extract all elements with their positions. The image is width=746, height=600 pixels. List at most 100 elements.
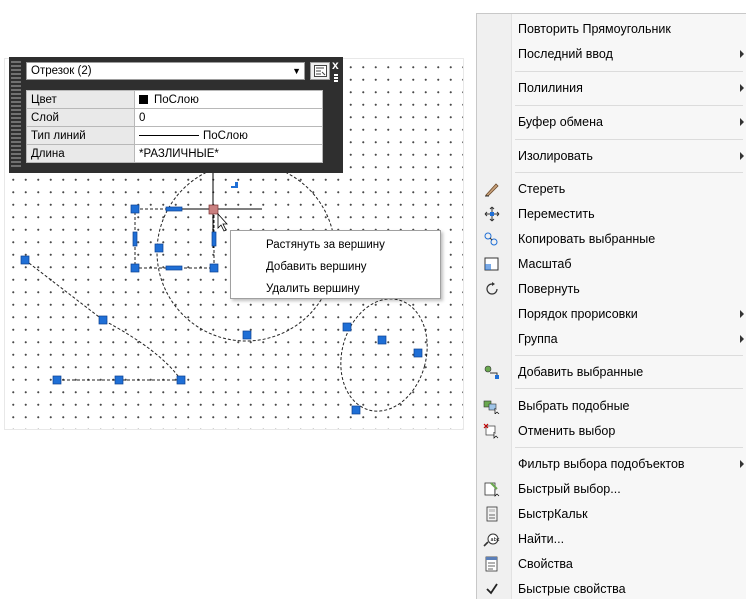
menu-item-subobject-filter[interactable]: Фильтр выбора подобъектов [477, 453, 746, 475]
menu-item-quick-properties[interactable]: Быстрые свойства [477, 578, 746, 600]
grip[interactable] [130, 204, 140, 214]
svg-text:abc: abc [491, 537, 500, 543]
property-name: Тип линий [26, 126, 135, 145]
menu-separator [515, 105, 743, 106]
calculator-icon [486, 506, 498, 522]
menu-separator [515, 172, 743, 173]
grip[interactable] [114, 375, 124, 385]
menu-item-quickcalc[interactable]: БыстрКальк [477, 503, 746, 525]
submenu-arrow-icon [740, 310, 744, 318]
menu-item-remove-vertex[interactable]: Удалить вершину [266, 281, 360, 297]
midpoint-grip[interactable] [132, 231, 138, 247]
object-type-select[interactable]: Отрезок (2) ▼ [26, 62, 305, 80]
submenu-arrow-icon [740, 152, 744, 160]
submenu-arrow-icon [740, 460, 744, 468]
menu-item-properties[interactable]: Свойства [477, 553, 746, 575]
grip[interactable] [377, 335, 387, 345]
menu-item-add-selected[interactable]: Добавить выбранные [477, 361, 746, 383]
submenu-arrow-icon [740, 335, 744, 343]
rotate-icon [486, 282, 498, 295]
deselect-icon [483, 423, 499, 439]
grip-context-menu: Растянуть за вершину Добавить вершину Уд… [230, 230, 441, 299]
menu-item-draw-order[interactable]: Порядок прорисовки [477, 303, 746, 325]
submenu-arrow-icon [740, 118, 744, 126]
panel-menu-icon[interactable] [333, 74, 339, 82]
menu-separator [515, 355, 743, 356]
menu-separator [515, 447, 743, 448]
quick-select-icon [484, 482, 500, 497]
menu-item-repeat-rectangle[interactable]: Повторить Прямоугольник [477, 18, 746, 40]
selected-rectangle[interactable] [134, 208, 215, 269]
properties-icon [485, 556, 498, 572]
linetype-sample [139, 134, 199, 136]
menu-item-clipboard[interactable]: Буфер обмена [477, 111, 746, 133]
grip[interactable] [130, 263, 140, 273]
menu-item-stretch-vertex[interactable]: Растянуть за вершину [266, 237, 385, 253]
mouse-pointer-icon [217, 212, 228, 232]
property-row[interactable]: Слой 0 [26, 108, 323, 127]
property-name: Длина [26, 144, 135, 163]
snap-marker-icon [231, 182, 238, 188]
grip[interactable] [52, 375, 62, 385]
menu-item-copy-selection[interactable]: Копировать выбранные [477, 228, 746, 250]
copy-icon [484, 232, 498, 246]
menu-separator [515, 71, 743, 72]
properties-table: Цвет ПоСлою Слой 0 Тип линий ПоСлою Длин… [26, 90, 323, 163]
property-value[interactable]: ПоСлою [134, 126, 323, 145]
hot-grip[interactable] [208, 204, 219, 215]
midpoint-grip[interactable] [211, 231, 217, 247]
dropdown-arrow-icon: ▼ [292, 66, 301, 76]
grip[interactable] [413, 348, 423, 358]
grip[interactable] [98, 315, 108, 325]
property-value[interactable]: ПоСлою [134, 90, 323, 109]
scale-icon [484, 257, 499, 271]
quick-select-icon [313, 65, 327, 77]
property-row[interactable]: Тип линий ПоСлою [26, 126, 323, 145]
menu-item-move[interactable]: Переместить [477, 203, 746, 225]
color-swatch [139, 94, 148, 104]
eraser-icon [485, 183, 499, 197]
find-icon: abc [483, 533, 500, 547]
menu-separator [515, 139, 743, 140]
menu-item-rotate[interactable]: Повернуть [477, 278, 746, 300]
quick-select-button[interactable] [310, 62, 330, 80]
checkmark-icon [486, 583, 498, 595]
grip[interactable] [242, 330, 252, 340]
property-name: Слой [26, 108, 135, 127]
grip[interactable] [351, 405, 361, 415]
menu-item-find[interactable]: abc Найти... [477, 528, 746, 550]
property-value[interactable]: 0 [134, 108, 323, 127]
grip[interactable] [20, 255, 30, 265]
menu-item-deselect[interactable]: Отменить выбор [477, 420, 746, 442]
select-similar-icon [483, 400, 500, 414]
close-icon[interactable]: x [332, 59, 339, 71]
context-menu: Повторить Прямоугольник Последний ввод П… [476, 13, 746, 599]
add-selected-icon [484, 365, 499, 379]
menu-item-polyline[interactable]: Полилиния [477, 77, 746, 99]
submenu-arrow-icon [740, 50, 744, 58]
menu-item-isolate[interactable]: Изолировать [477, 145, 746, 167]
menu-item-recent-input[interactable]: Последний ввод [477, 43, 746, 65]
menu-item-add-vertex[interactable]: Добавить вершину [266, 259, 367, 275]
grip[interactable] [342, 322, 352, 332]
menu-item-group[interactable]: Группа [477, 328, 746, 350]
property-name: Цвет [26, 90, 135, 109]
grip[interactable] [176, 375, 186, 385]
menu-item-scale[interactable]: Масштаб [477, 253, 746, 275]
midpoint-grip[interactable] [165, 206, 183, 212]
menu-item-select-similar[interactable]: Выбрать подобные [477, 395, 746, 417]
grip[interactable] [209, 263, 219, 273]
selected-ellipse[interactable] [329, 289, 440, 421]
quick-properties-panel: Отрезок (2) ▼ x Цвет ПоСлою Слой 0 Тип л… [9, 57, 343, 173]
property-row[interactable]: Длина *РАЗЛИЧНЫЕ* [26, 144, 323, 163]
move-icon [484, 206, 500, 222]
property-row[interactable]: Цвет ПоСлою [26, 90, 323, 109]
menu-separator [515, 388, 743, 389]
midpoint-grip[interactable] [165, 265, 183, 271]
grip[interactable] [154, 243, 164, 253]
property-value[interactable]: *РАЗЛИЧНЫЕ* [134, 144, 323, 163]
submenu-arrow-icon [740, 84, 744, 92]
menu-item-erase[interactable]: Стереть [477, 178, 746, 200]
menu-item-quick-select[interactable]: Быстрый выбор... [477, 478, 746, 500]
panel-drag-handle[interactable] [11, 61, 21, 167]
